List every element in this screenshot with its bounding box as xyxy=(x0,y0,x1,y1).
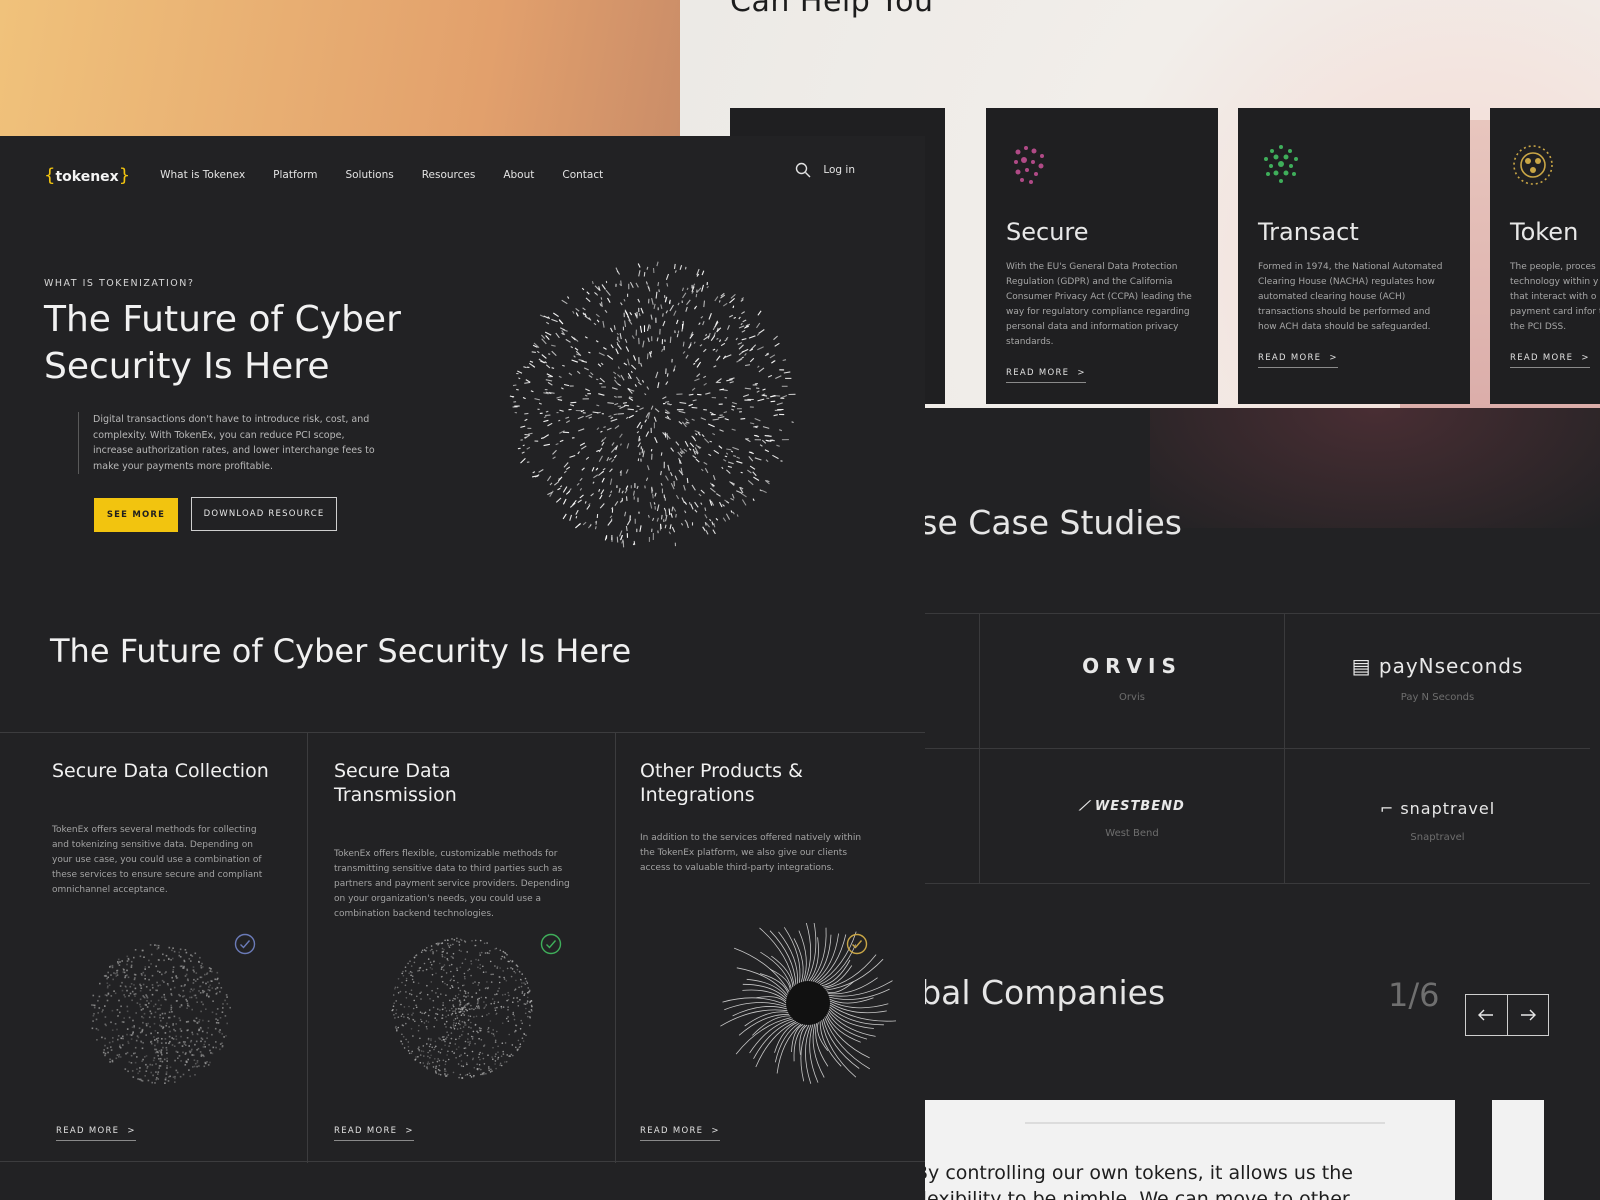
hero-description: Digital transactions don't have to intro… xyxy=(78,412,378,474)
arrow-left-icon xyxy=(1478,1009,1494,1021)
section-title: The Future of Cyber Security Is Here xyxy=(50,632,632,670)
feature-body: TokenEx offers several methods for colle… xyxy=(52,825,263,895)
card-body: With the EU's General Data Protection Re… xyxy=(1006,262,1192,347)
testimonial-card: By controlling our own tokens, it allows… xyxy=(915,1100,1455,1200)
card-transact[interactable]: Transact Formed in 1974, the National Au… xyxy=(1238,108,1470,404)
next-arrow-button[interactable] xyxy=(1506,995,1549,1035)
arrow-right-icon xyxy=(1520,1009,1536,1021)
testimonial-card-next xyxy=(1492,1100,1544,1200)
feature-title: Other Products & Integrations xyxy=(640,760,803,806)
read-more-link[interactable]: READ MORE > xyxy=(334,1126,414,1141)
snaptravel-icon: ⌐ xyxy=(1379,799,1395,818)
feature-other-products: Other Products & Integrations In additio… xyxy=(616,733,924,1163)
check-circle-icon xyxy=(846,933,868,955)
features-row: Secure Data Collection TokenEx offers se… xyxy=(0,732,925,1163)
paynseconds-icon: ▤ xyxy=(1351,654,1372,678)
westbend-swoosh-icon: ⟋ xyxy=(1079,799,1090,814)
logo-caption: Orvis xyxy=(1119,692,1145,703)
hero-title: The Future of Cyber Security Is Here xyxy=(44,299,401,387)
quote-divider xyxy=(1025,1122,1385,1124)
top-nav: {tokenex} What is Tokenex Platform Solut… xyxy=(44,162,885,188)
prev-arrow-button[interactable] xyxy=(1466,995,1507,1035)
read-more-link[interactable]: READ MORE > xyxy=(1258,353,1338,368)
main-page: {tokenex} What is Tokenex Platform Solut… xyxy=(0,136,925,1200)
logo-caption: West Bend xyxy=(1105,828,1159,839)
card-title: Token xyxy=(1510,218,1579,246)
login-link[interactable]: Log in xyxy=(823,164,855,176)
panel-glow xyxy=(1150,408,1600,528)
nav-platform[interactable]: Platform xyxy=(273,169,317,181)
carousel-controls xyxy=(1465,994,1549,1036)
nav-solutions[interactable]: Solutions xyxy=(345,169,393,181)
card-token[interactable]: Token The people, proces technology with… xyxy=(1490,108,1600,404)
secure-icon xyxy=(1014,146,1044,184)
particle-sphere-graphic xyxy=(509,261,796,548)
case-studies-panel: ese Case Studies ORVIS Orvis ▤ payNsecon… xyxy=(900,408,1600,1200)
logo-cell-snaptravel[interactable]: ⌐ snaptravel Snaptravel xyxy=(1285,749,1590,884)
logo-grid: ORVIS Orvis ▤ payNseconds Pay N Seconds … xyxy=(900,613,1600,888)
westbend-logo: ⟋ WESTBEND xyxy=(1079,799,1185,814)
logo-caption: Snaptravel xyxy=(1410,832,1465,843)
nav-what-is-tokenex[interactable]: What is Tokenex xyxy=(160,169,245,181)
logo-cell-paynseconds[interactable]: ▤ payNseconds Pay N Seconds xyxy=(1285,614,1590,749)
card-secure[interactable]: Secure With the EU's General Data Protec… xyxy=(986,108,1218,404)
feature-title: Secure Data Transmission xyxy=(334,760,457,806)
logo-cell-westbend[interactable]: ⟋ WESTBEND West Bend xyxy=(980,749,1285,884)
download-resource-button[interactable]: DOWNLOAD RESOURCE xyxy=(191,497,337,531)
nav-actions: Log in xyxy=(795,162,855,178)
case-studies-title: ese Case Studies xyxy=(900,503,1182,542)
search-icon[interactable] xyxy=(795,162,811,178)
check-circle-icon xyxy=(234,933,256,955)
feature-title: Secure Data Collection xyxy=(52,760,269,782)
card-title: Transact xyxy=(1258,218,1359,246)
paynseconds-logo: ▤ payNseconds xyxy=(1351,654,1524,678)
slide-pager: 1/6 xyxy=(1388,976,1440,1014)
transact-icon xyxy=(1264,145,1298,183)
feature-body: TokenEx offers flexible, customizable me… xyxy=(334,849,570,919)
logo-caption: Pay N Seconds xyxy=(1400,692,1475,703)
feature-secure-data-collection: Secure Data Collection TokenEx offers se… xyxy=(0,733,308,1163)
snaptravel-logo: ⌐ snaptravel xyxy=(1379,799,1496,818)
read-more-link[interactable]: READ MORE > xyxy=(1510,353,1590,368)
hero-eyebrow: WHAT IS TOKENIZATION? xyxy=(44,278,195,289)
feature-body: In addition to the services offered nati… xyxy=(640,833,862,873)
card-body: Formed in 1974, the National Automated C… xyxy=(1258,262,1443,332)
top-heading: Can Help You xyxy=(730,0,934,19)
nav-about[interactable]: About xyxy=(503,169,534,181)
check-circle-icon xyxy=(540,933,562,955)
testimonial-quote: By controlling our own tokens, it allows… xyxy=(915,1162,1353,1200)
nav-contact[interactable]: Contact xyxy=(562,169,603,181)
logo-cell-orvis[interactable]: ORVIS Orvis xyxy=(980,614,1285,749)
feature-secure-data-transmission: Secure Data Transmission TokenEx offers … xyxy=(308,733,616,1163)
read-more-link[interactable]: READ MORE > xyxy=(56,1126,136,1141)
read-more-link[interactable]: READ MORE > xyxy=(1006,368,1086,383)
card-title: Secure xyxy=(1006,218,1089,246)
token-icon xyxy=(1513,145,1553,185)
read-more-link[interactable]: READ MORE > xyxy=(640,1126,720,1141)
global-companies-title: obal Companies xyxy=(900,973,1166,1012)
nav-resources[interactable]: Resources xyxy=(422,169,476,181)
brand-logo[interactable]: {tokenex} xyxy=(44,165,130,186)
see-more-button[interactable]: SEE MORE xyxy=(94,498,178,532)
card-body: The people, proces technology within y t… xyxy=(1510,262,1600,332)
orvis-logo: ORVIS xyxy=(1082,654,1182,678)
